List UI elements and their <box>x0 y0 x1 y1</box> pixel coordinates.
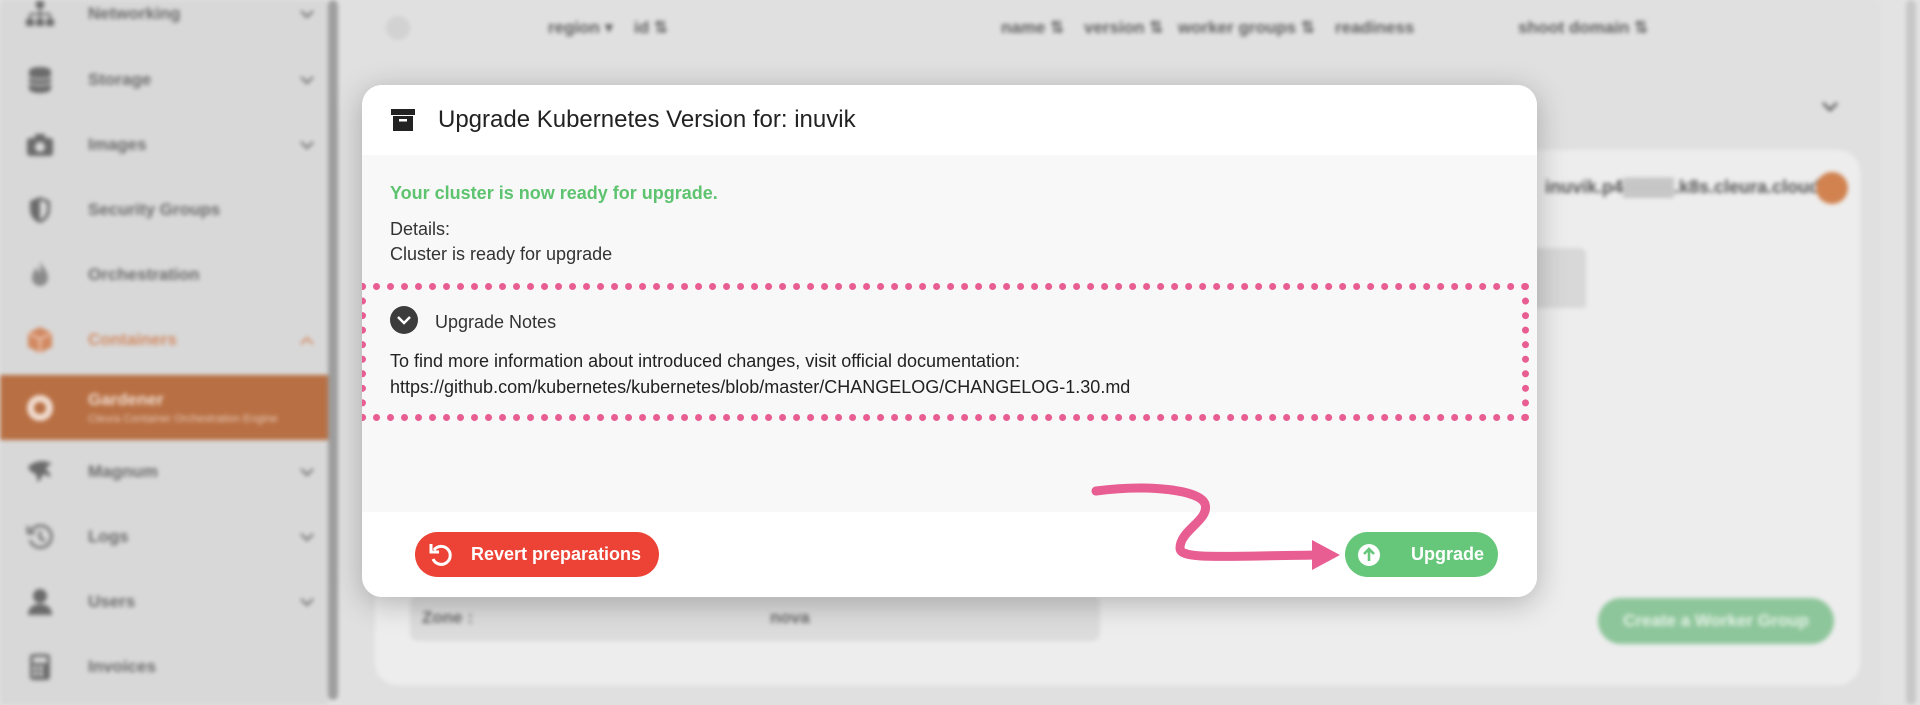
zone-row <box>410 596 1100 641</box>
column-header-worker-groups[interactable]: worker groups ⇅ <box>1178 18 1315 38</box>
sidebar-item-logs[interactable]: Logs <box>0 505 328 569</box>
upgrade-notes-title[interactable]: Upgrade Notes <box>435 312 556 333</box>
database-icon <box>25 65 55 95</box>
cube-icon <box>25 325 55 355</box>
chevron-down-icon <box>300 138 314 152</box>
column-header-id[interactable]: id ⇅ <box>634 18 668 38</box>
camera-icon <box>25 130 55 160</box>
column-header-version[interactable]: version ⇅ <box>1084 18 1163 38</box>
sidebar-item-label: Storage <box>88 70 152 89</box>
sidebar-item-storage[interactable]: Storage <box>0 48 328 112</box>
sidebar-item-networking[interactable]: Networking <box>0 0 328 46</box>
history-icon <box>25 522 55 552</box>
archive-icon <box>390 107 416 133</box>
sidebar-item-label: Magnum <box>88 462 158 481</box>
shoot-domain-value: inuvik.p4▒▒▒▒.k8s.cleura.cloud <box>1545 177 1821 197</box>
details-value: Cluster is ready for upgrade <box>390 244 613 264</box>
dialog-header: Upgrade Kubernetes Version for: inuvik <box>362 85 1537 155</box>
ready-message: Your cluster is now ready for upgrade. <box>390 183 718 203</box>
zone-value: nova <box>770 608 810 627</box>
sidebar-item-label: Networking <box>88 4 181 23</box>
sidebar-item-label: Logs <box>88 527 129 546</box>
flame-icon <box>25 260 55 290</box>
dialog-title: Upgrade Kubernetes Version for: inuvik <box>438 106 856 133</box>
magnum-icon <box>25 457 55 487</box>
sidebar: Networking Storage Images Security Group… <box>0 0 328 705</box>
expand-notes-toggle[interactable] <box>390 306 418 334</box>
column-header-region[interactable]: region ▾ <box>548 18 613 38</box>
column-header-readiness[interactable]: readiness <box>1335 18 1414 38</box>
sidebar-item-orchestration[interactable]: Orchestration <box>0 243 328 307</box>
sidebar-item-label: Orchestration <box>88 265 200 284</box>
sidebar-item-label: Security Groups <box>88 200 221 219</box>
user-icon <box>25 587 55 617</box>
sidebar-item-label: Invoices <box>88 657 157 676</box>
gardener-icon <box>25 393 55 423</box>
column-header-name[interactable]: name ⇅ <box>1001 18 1064 38</box>
sidebar-item-sublabel: Cleura Container Orchestration Engine <box>88 413 278 425</box>
revert-label: Revert preparations <box>471 544 642 564</box>
undo-icon <box>427 541 455 569</box>
more-options-icon[interactable] <box>1816 172 1848 204</box>
changelog-link[interactable]: https://github.com/kubernetes/kubernetes… <box>390 377 1130 398</box>
sidebar-item-users[interactable]: Users <box>0 570 328 634</box>
sidebar-item-label: Gardener <box>88 390 164 409</box>
upgrade-dialog: Upgrade Kubernetes Version for: inuvik Y… <box>362 85 1537 597</box>
chevron-down-icon <box>300 73 314 87</box>
arrow-up-circle-icon <box>1357 543 1381 567</box>
calculator-icon <box>25 652 55 682</box>
sidebar-item-containers[interactable]: Containers <box>0 308 328 372</box>
chevron-up-icon <box>300 333 314 347</box>
sidebar-scrollbar[interactable] <box>328 0 338 700</box>
dialog-footer: Revert preparations Upgrade <box>362 512 1537 597</box>
annotation-arrow-icon <box>1091 483 1340 570</box>
revert-preparations-button[interactable]: Revert preparations <box>415 532 659 577</box>
page-scrollbar[interactable] <box>1906 0 1916 705</box>
sidebar-item-magnum[interactable]: Magnum <box>0 440 328 504</box>
sidebar-item-label: Users <box>88 592 136 611</box>
chevron-down-icon[interactable] <box>1822 102 1838 112</box>
shield-icon <box>25 195 55 225</box>
sidebar-item-invoices[interactable]: Invoices <box>0 635 328 699</box>
sidebar-item-gardener[interactable]: Gardener Cleura Container Orchestration … <box>0 375 328 440</box>
dialog-body: Your cluster is now ready for upgrade. D… <box>362 155 1537 512</box>
upgrade-label: Upgrade <box>1411 544 1485 564</box>
create-worker-group-button[interactable]: Create a Worker Group <box>1598 598 1834 644</box>
sidebar-item-security-groups[interactable]: Security Groups <box>0 178 328 242</box>
sidebar-item-images[interactable]: Images <box>0 113 328 177</box>
upgrade-button[interactable]: Upgrade <box>1345 532 1498 577</box>
sidebar-item-label: Images <box>88 135 147 154</box>
details-label: Details: <box>390 219 451 239</box>
chevron-down-icon <box>300 465 314 479</box>
chevron-down-icon <box>397 315 411 325</box>
upgrade-notes-text: To find more information about introduce… <box>390 351 1021 371</box>
zone-label: Zone : <box>422 608 473 627</box>
chevron-down-icon <box>300 7 314 21</box>
sidebar-item-label: Containers <box>88 330 177 349</box>
chevron-down-icon <box>300 530 314 544</box>
network-icon <box>25 0 55 29</box>
chevron-down-icon <box>300 595 314 609</box>
select-all-checkbox[interactable] <box>386 16 410 40</box>
column-header-shoot-domain[interactable]: shoot domain ⇅ <box>1518 18 1648 38</box>
